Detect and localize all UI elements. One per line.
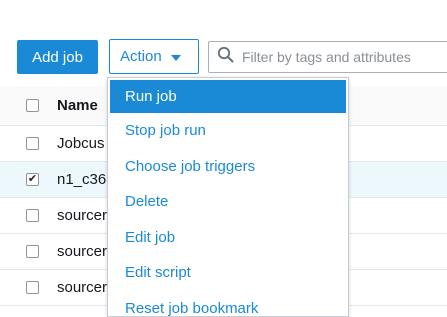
job-name[interactable]: n1_c36 <box>57 171 106 188</box>
row-checkbox[interactable]: ✔ <box>26 173 39 186</box>
job-name[interactable]: sourcer <box>57 279 107 296</box>
row-checkbox[interactable] <box>26 245 39 258</box>
job-name[interactable]: Jobcus <box>57 135 105 152</box>
job-name[interactable]: sourcer <box>57 207 107 224</box>
row-checkbox[interactable] <box>26 209 39 222</box>
menu-item-edit-job[interactable]: Edit job <box>108 220 348 256</box>
menu-item-run-job[interactable]: Run job <box>110 80 346 113</box>
filter-search-box[interactable] <box>208 41 447 73</box>
add-job-button[interactable]: Add job <box>17 40 98 74</box>
action-dropdown-button[interactable]: Action <box>109 39 199 74</box>
select-all-checkbox[interactable] <box>26 99 39 112</box>
menu-item-stop-job-run[interactable]: Stop job run <box>108 113 348 149</box>
menu-item-delete[interactable]: Delete <box>108 184 348 220</box>
job-name[interactable]: sourcer <box>57 243 107 260</box>
menu-item-choose-job-triggers[interactable]: Choose job triggers <box>108 149 348 185</box>
search-icon <box>217 46 234 68</box>
menu-item-edit-script[interactable]: Edit script <box>108 255 348 291</box>
action-dropdown-menu: Run job Stop job run Choose job triggers… <box>107 77 349 317</box>
filter-input[interactable] <box>240 48 444 66</box>
caret-down-icon <box>171 55 181 61</box>
menu-item-reset-job-bookmark[interactable]: Reset job bookmark <box>108 291 348 317</box>
column-header-name[interactable]: Name <box>57 97 98 114</box>
row-checkbox[interactable] <box>26 281 39 294</box>
row-checkbox[interactable] <box>26 137 39 150</box>
action-button-label: Action <box>120 48 162 65</box>
checkmark-icon: ✔ <box>28 174 37 185</box>
